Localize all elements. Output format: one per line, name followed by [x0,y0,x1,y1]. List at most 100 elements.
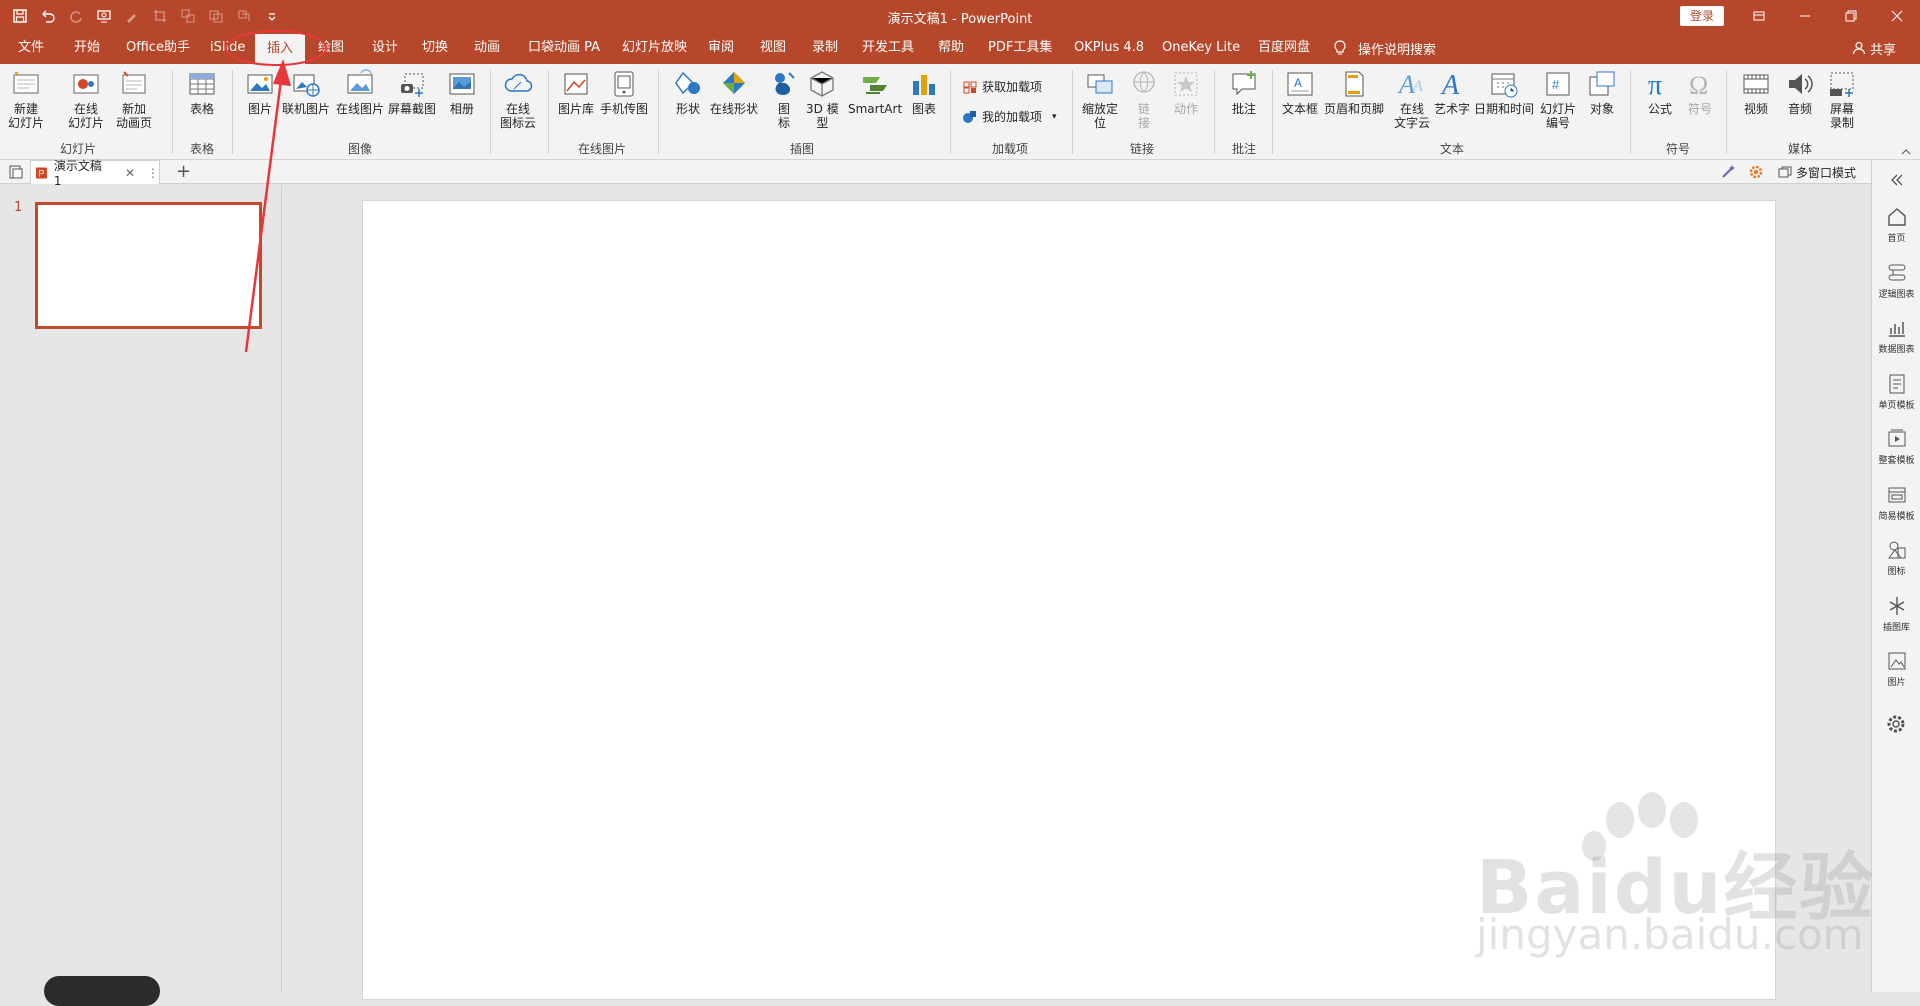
tab-11[interactable]: 审阅 [706,32,736,64]
icons-button[interactable]: 图标 [768,68,800,130]
online-slide-button[interactable]: 在线 幻灯片 [68,68,104,130]
slide-number-button[interactable]: # 幻灯片 编号 [1540,68,1576,130]
group-label-comments: 批注 [1232,142,1257,156]
floating-widget[interactable] [44,976,160,1006]
tab-19[interactable]: 百度网盘 [1256,32,1312,64]
new-slide-button[interactable]: 新建 幻灯片 [8,68,44,130]
login-button[interactable]: 登录 [1680,6,1724,26]
my-addins-button[interactable]: 我的加载项 ▾ [962,108,1057,125]
side-panel-item-8[interactable]: 图片 [1872,649,1920,688]
online-picture-icon [293,74,320,97]
screenshot-button[interactable]: 屏幕截图 [388,68,436,116]
collapse-ribbon-icon[interactable] [1900,146,1912,158]
side-panel-item-1[interactable]: 逻辑图表 [1872,261,1920,300]
group-separator [658,70,659,154]
tab-12[interactable]: 视图 [758,32,788,64]
minimize-button[interactable] [1782,0,1828,32]
date-time-button[interactable]: 日期和时间 [1474,68,1534,116]
comment-button[interactable]: 批注 [1228,68,1260,116]
tab-0[interactable]: 文件 [16,32,46,64]
3d-model-button[interactable]: 3D 模型 [806,68,839,130]
side-panel-item-0[interactable]: 首页 [1872,205,1920,244]
screen-record-button[interactable]: 屏幕 录制 [1826,68,1858,130]
svg-text:A: A [1412,78,1423,95]
web-picture-button[interactable]: 在线图片 [336,68,384,116]
tab-9[interactable]: 口袋动画 PA [526,32,602,64]
side-panel-item-2[interactable]: 数据图表 [1872,316,1920,355]
action-button[interactable]: 动作 [1170,68,1202,116]
get-addins-button[interactable]: 获取加载项 [962,78,1042,95]
more-options-icon[interactable]: ⋮ [147,166,159,180]
multi-window-mode-button[interactable]: 多窗口模式 [1778,160,1856,184]
album-button[interactable]: 相册 [446,68,478,116]
online-picture-button[interactable]: 联机图片 [282,68,330,116]
share-button[interactable]: 共享 [1852,32,1896,64]
side-panel-item-7[interactable]: 插图库 [1872,594,1920,633]
tell-me-search[interactable]: 操作说明搜索 [1332,32,1436,64]
person-icon [1852,41,1866,55]
tab-3[interactable]: iSlide [208,32,247,64]
smartart-button[interactable]: SmartArt [848,68,902,116]
side-panel-item-4[interactable]: 整套模板 [1872,427,1920,466]
textbox-icon: A [1287,72,1313,96]
panel-settings-icon[interactable] [1884,712,1908,736]
tab-8[interactable]: 动画 [472,32,502,64]
picture-button[interactable]: 图片 [244,68,276,116]
slide-thumbnail-1[interactable] [35,202,262,329]
restore-button[interactable] [1828,0,1874,32]
header-footer-icon [1345,71,1364,97]
tab-18[interactable]: OneKey Lite [1160,32,1242,64]
object-button[interactable]: 对象 [1586,68,1618,116]
new-tab-button[interactable]: + [176,162,191,182]
group-separator [950,70,951,154]
new-animation-page-button[interactable]: 新加 动画页 [116,68,152,130]
close-icon [1891,10,1903,22]
video-button[interactable]: 视频 [1740,68,1772,116]
group-separator [1072,70,1073,154]
side-panel-item-3[interactable]: 单页模板 [1872,372,1920,411]
tab-10[interactable]: 幻灯片放映 [620,32,689,64]
equation-button[interactable]: π 公式 [1644,68,1676,116]
zoom-button[interactable]: 缩放定位 [1082,68,1118,130]
wand-icon[interactable] [1720,164,1736,180]
slide-number-label: 1 [14,200,23,215]
tab-6[interactable]: 设计 [370,32,400,64]
settings-gear-icon[interactable] [1748,164,1764,180]
symbol-button[interactable]: Ω 符号 [1684,68,1716,116]
tab-14[interactable]: 开发工具 [860,32,916,64]
tab-7[interactable]: 切换 [420,32,450,64]
tab-13[interactable]: 录制 [810,32,840,64]
tab-17[interactable]: OKPlus 4.8 [1072,32,1146,64]
table-button[interactable]: 表格 [186,68,218,116]
tab-16[interactable]: PDF工具集 [986,32,1054,64]
group-label-tables: 表格 [190,142,215,156]
zoom-icon [1087,74,1113,94]
close-tab-icon[interactable]: ✕ [125,166,135,180]
group-separator [1272,70,1273,154]
tab-5[interactable]: 绘图 [316,32,346,64]
online-word-cloud-button[interactable]: AA 在线 文字云 [1394,68,1430,130]
tab-4[interactable]: 插入 [255,34,306,64]
tab-2[interactable]: Office助手 [124,32,192,64]
online-shapes-button[interactable]: 在线形状 [710,68,758,116]
side-panel-item-5[interactable]: 简易模板 [1872,483,1920,522]
calendar-icon [1491,73,1518,98]
online-icon-cloud-button[interactable]: 在线 图标云 [500,68,536,130]
textbox-button[interactable]: A 文本框 [1282,68,1318,116]
gallery-button[interactable]: 图片库 [558,68,594,116]
ribbon-display-button[interactable] [1736,0,1782,32]
tab-menu-icon[interactable] [8,164,24,180]
header-footer-button[interactable]: 页眉和页脚 [1324,68,1384,116]
link-button[interactable]: 链接 [1128,68,1160,130]
collapse-panel-icon[interactable] [1888,172,1904,188]
close-button[interactable] [1874,0,1920,32]
tab-1[interactable]: 开始 [72,32,102,64]
document-tab[interactable]: P 演示文稿1 ✕ ⋮ [30,159,160,188]
tab-15[interactable]: 帮助 [936,32,966,64]
audio-button[interactable]: 音频 [1784,68,1816,116]
phone-picture-button[interactable]: 手机传图 [600,68,648,116]
side-panel-item-6[interactable]: 图标 [1872,538,1920,577]
wordart-button[interactable]: A 艺术字 [1434,68,1470,116]
chart-button[interactable]: 图表 [908,68,940,116]
shapes-button[interactable]: 形状 [672,68,704,116]
